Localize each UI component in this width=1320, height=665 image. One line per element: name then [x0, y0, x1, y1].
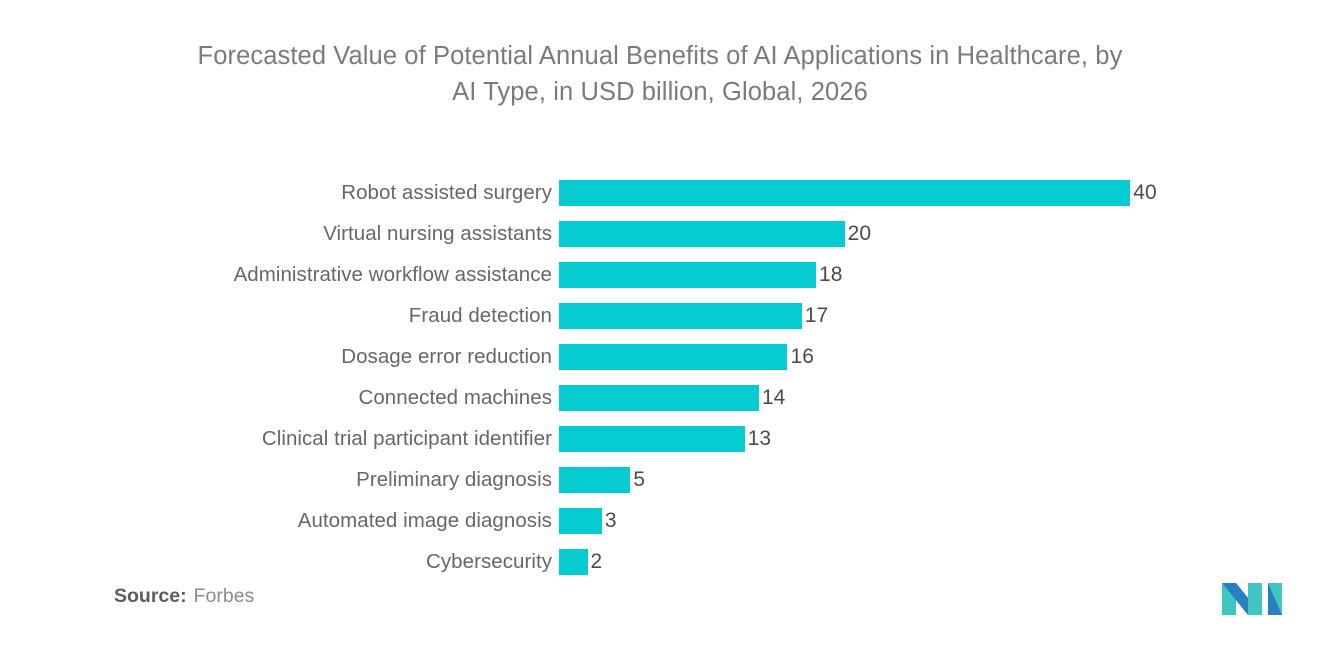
bar-value-label: 17 [804, 304, 829, 327]
category-label: Virtual nursing assistants [323, 222, 552, 245]
bar [559, 221, 845, 247]
category-label: Fraud detection [408, 304, 552, 327]
bar-value-label: 16 [790, 345, 815, 368]
chart-title: Forecasted Value of Potential Annual Ben… [40, 16, 1280, 110]
bar [559, 508, 602, 534]
source-note: Source: Forbes [114, 583, 254, 609]
bar [559, 262, 817, 288]
bar-group: 20 [559, 221, 871, 247]
bar-row: Clinical trial participant identifier 13 [40, 426, 1320, 452]
chart-footer: Source: Forbes [40, 569, 1320, 649]
bar-value-label: 14 [761, 386, 786, 409]
bar-value-label: 5 [633, 468, 646, 491]
bar-group: 14 [559, 385, 785, 411]
category-label: Dosage error reduction [341, 345, 552, 368]
bar-group: 17 [559, 303, 828, 329]
bar-group: 16 [559, 344, 814, 370]
category-label: Clinical trial participant identifier [261, 427, 552, 450]
bar-group: 13 [559, 426, 771, 452]
bar-chart-figure: Forecasted Value of Potential Annual Ben… [40, 16, 1282, 649]
bar-row: Virtual nursing assistants 20 [40, 221, 1320, 247]
bar-group: 3 [559, 508, 617, 534]
bar-group: 40 [559, 180, 1157, 206]
chart-title-line-2: Type, in USD billion, Global, 2026 [483, 78, 868, 106]
category-label: Automated image diagnosis [297, 509, 552, 532]
bar-row: Administrative workflow assistance 18 [40, 262, 1320, 288]
plot-area: Robot assisted surgery 40 Virtual nursing … [40, 171, 1320, 581]
bar-row: Fraud detection 17 [40, 303, 1320, 329]
bar-row: Preliminary diagnosis 5 [40, 467, 1320, 493]
bar-row: Automated image diagnosis 3 [40, 508, 1320, 534]
bar [559, 303, 802, 329]
bar-value-label: 13 [747, 427, 772, 450]
bar [559, 180, 1131, 206]
bar-group: 18 [559, 262, 843, 288]
category-label: Connected machines [358, 386, 552, 409]
bar [559, 426, 745, 452]
category-label: Preliminary diagnosis [356, 468, 552, 491]
bar-value-label: 40 [1133, 181, 1157, 204]
category-label: Robot assisted surgery [341, 181, 552, 204]
bar [559, 385, 759, 411]
bar-row: Dosage error reduction 16 [40, 344, 1320, 370]
bar-value-label: 3 [604, 509, 617, 532]
mordor-intelligence-logo [1216, 575, 1292, 619]
category-label: Administrative workflow assistance [233, 263, 552, 286]
bar [559, 467, 631, 493]
source-label: Source: [114, 585, 187, 607]
bar-row: Robot assisted surgery 40 [40, 180, 1320, 206]
source-value: Forbes [193, 585, 255, 607]
bar-value-label: 18 [819, 263, 843, 286]
bar-row: Connected machines 14 [40, 385, 1320, 411]
bar-group: 5 [559, 467, 645, 493]
bar-value-label: 20 [847, 222, 872, 245]
bar [559, 344, 788, 370]
